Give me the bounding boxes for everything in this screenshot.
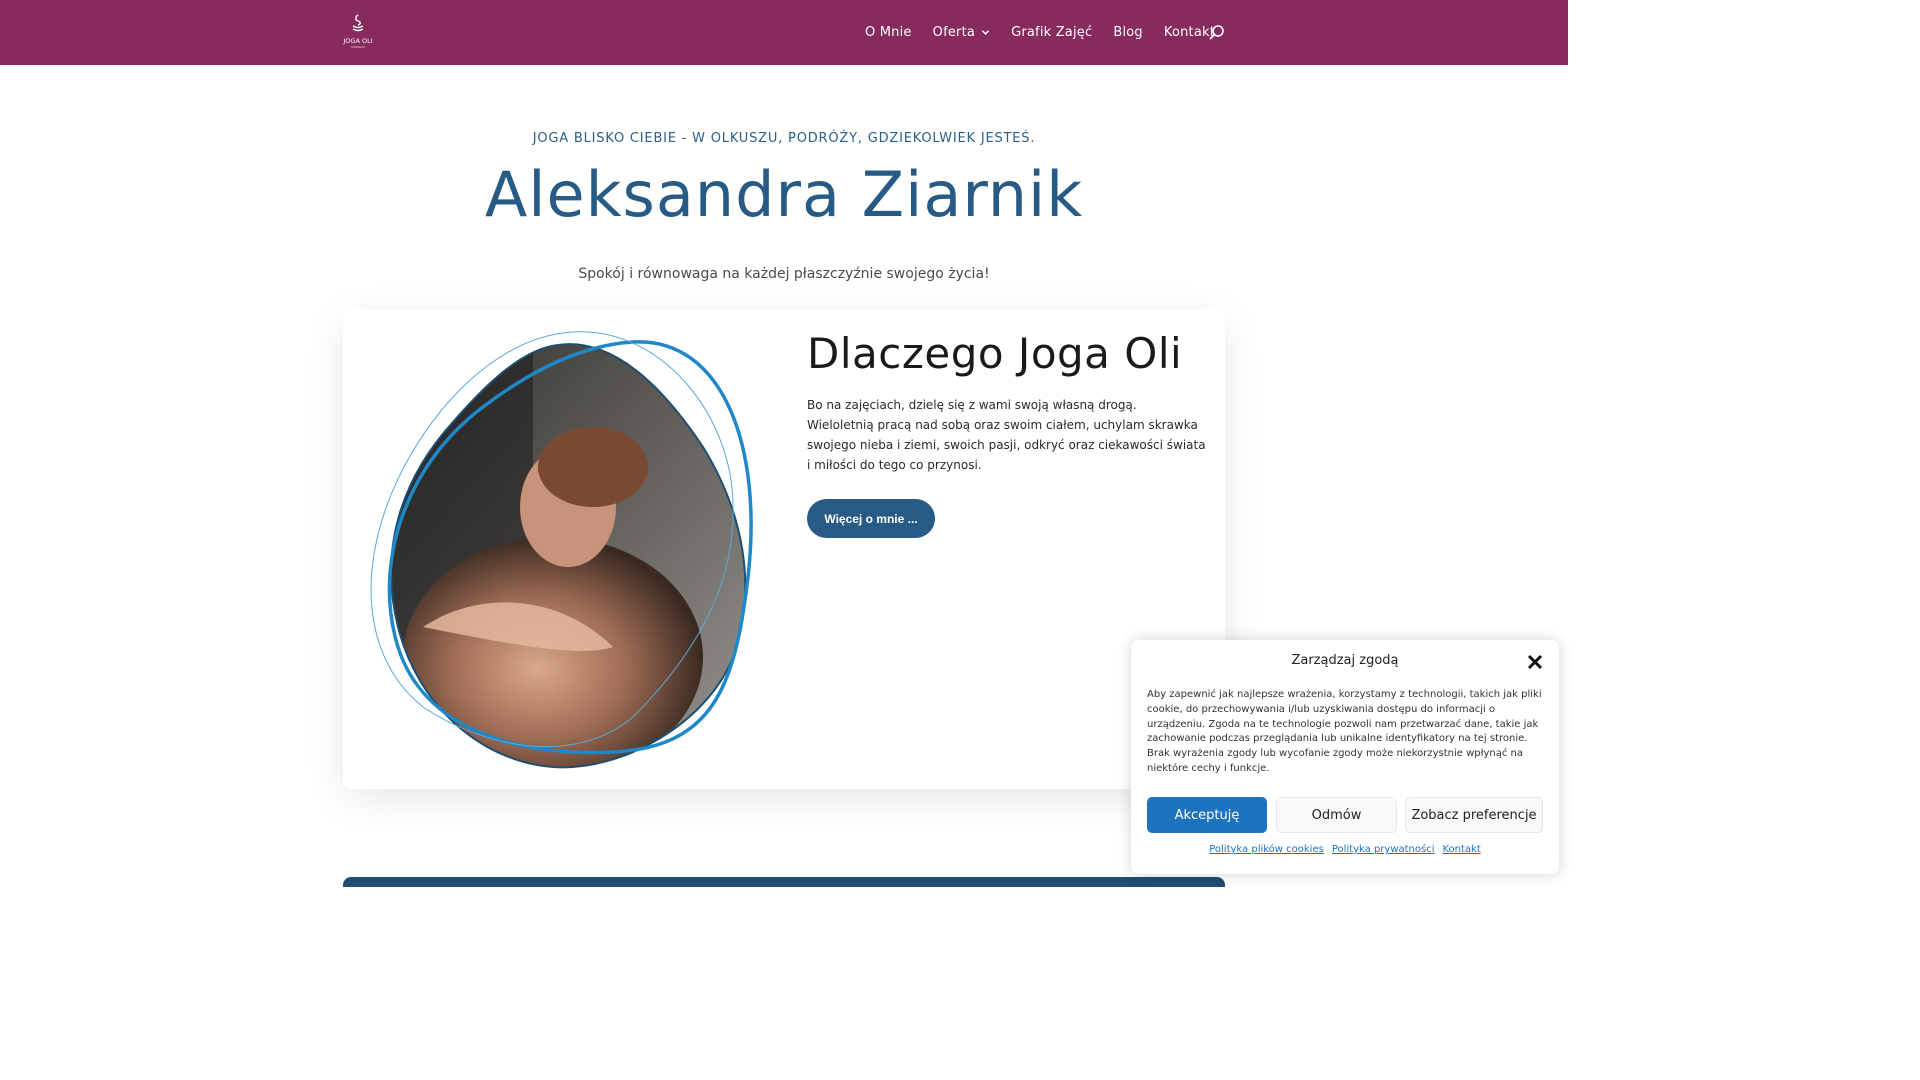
deny-cookies-button[interactable]: Odmów [1276,797,1397,833]
nav-item-oferta[interactable]: Oferta [933,25,990,40]
nav-item-o-mnie[interactable]: O Mnie [865,25,912,40]
nav-item-blog[interactable]: Blog [1113,25,1143,40]
more-about-me-button[interactable]: Więcej o mnie ... [807,499,935,538]
logo-mark-icon: JOGA OLI [342,14,373,48]
portrait-image [363,327,763,772]
next-section-edge [343,877,1225,887]
cookie-links: Polityka plików cookies Polityka prywatn… [1131,844,1559,855]
nav-label: Blog [1113,25,1143,40]
svg-text:JOGA OLI: JOGA OLI [343,37,373,45]
cookie-consent-dialog: Zarządzaj zgodą Aby zapewnić jak najleps… [1131,640,1559,874]
site-header: JOGA OLI O Mnie Oferta Grafik Zajęć Blog… [0,0,1568,65]
nav-label: Grafik Zajęć [1011,25,1093,40]
cookie-dialog-title: Zarządzaj zgodą [1291,653,1399,668]
cookie-preferences-button[interactable]: Zobacz preferencje [1405,797,1543,833]
card-title: Dlaczego Joga Oli [807,329,1183,378]
hero-eyebrow: JOGA BLISKO CIEBIE - W OLKUSZU, PODRÓŻY,… [532,131,1036,146]
page-title: Aleksandra Ziarnik [484,158,1084,231]
main-nav: O Mnie Oferta Grafik Zajęć Blog Kontakt [865,0,1236,65]
contact-link[interactable]: Kontakt [1442,844,1480,855]
cookie-dialog-text: Aby zapewnić jak najlepsze wrażenia, kor… [1147,689,1542,774]
site-logo[interactable]: JOGA OLI [342,12,373,52]
nav-item-grafik-zajec[interactable]: Grafik Zajęć [1011,25,1092,40]
nav-label: Oferta [932,25,976,40]
search-icon[interactable] [1208,24,1225,41]
hero-subtitle: Spokój i równowaga na każdej płaszczyźni… [578,266,990,282]
privacy-policy-link[interactable]: Polityka prywatności [1332,844,1435,855]
card-description: Bo na zajęciach, dzielę się z wami swoją… [807,398,1206,472]
nav-label: O Mnie [865,25,912,40]
close-icon[interactable] [1527,654,1543,670]
about-card: Dlaczego Joga Oli Bo na zajęciach, dziel… [343,309,1225,789]
cookie-policy-link[interactable]: Polityka plików cookies [1209,844,1324,855]
chevron-down-icon [981,30,990,35]
accept-cookies-button[interactable]: Akceptuję [1147,797,1267,833]
